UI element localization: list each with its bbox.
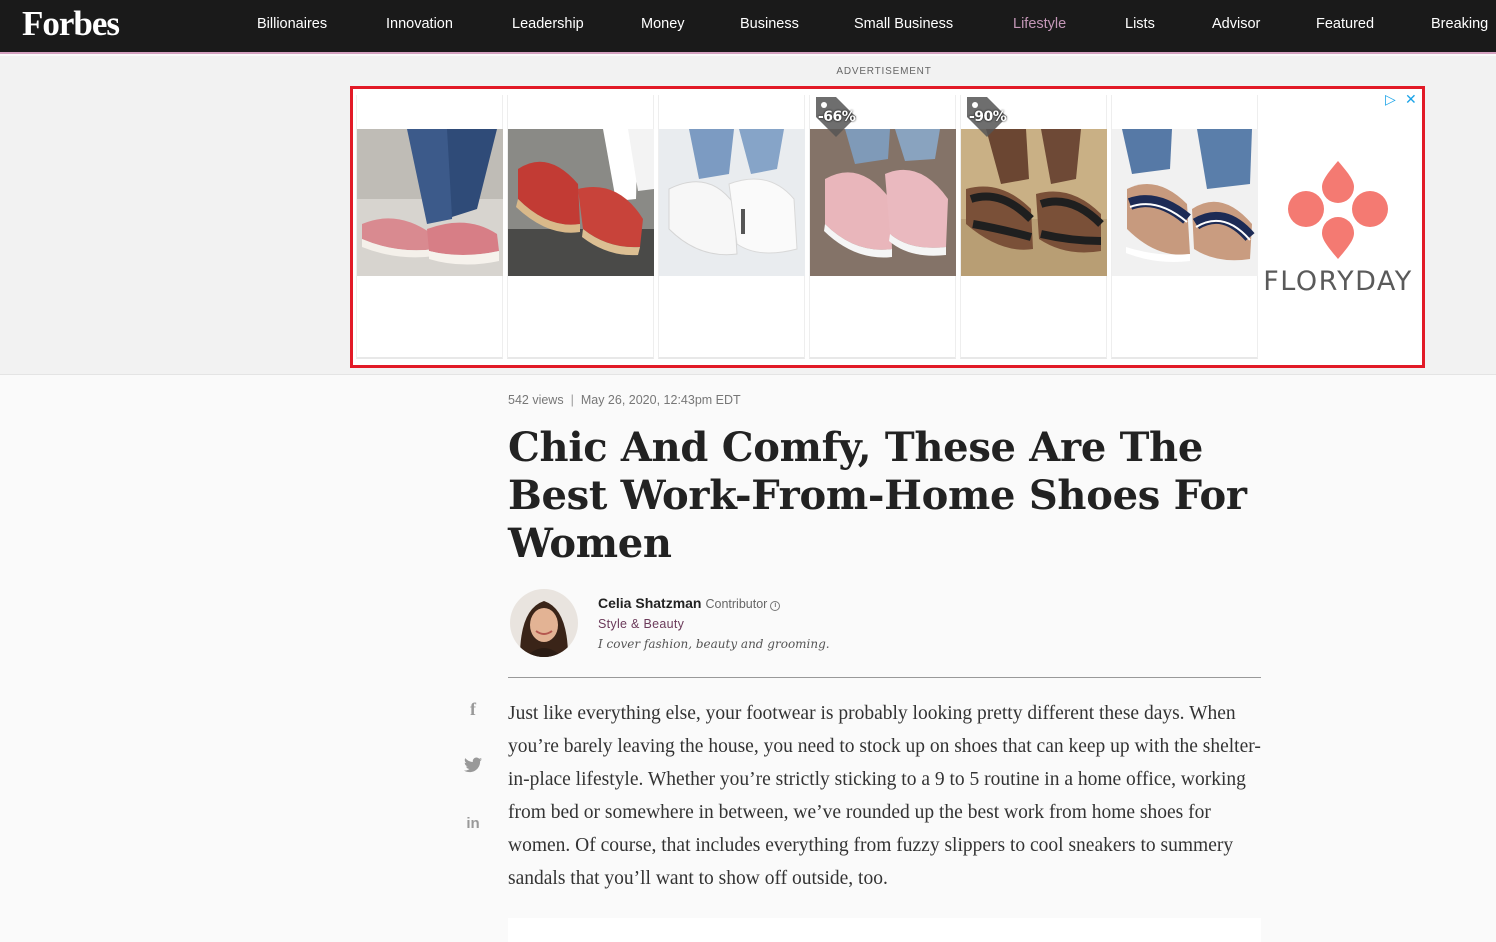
nav-item-featured[interactable]: Featured <box>1316 16 1374 32</box>
author-avatar[interactable] <box>510 589 578 657</box>
article-body-paragraph: Just like everything else, your footwear… <box>508 703 1261 889</box>
article-meta: 542 views | May 26, 2020, 12:43pm EDT <box>508 393 741 407</box>
discount-tag: -90% <box>963 95 1009 141</box>
twitter-share-icon[interactable] <box>460 757 486 783</box>
linkedin-share-icon[interactable]: in <box>460 815 486 841</box>
nav-item-small-business[interactable]: Small Business <box>854 16 953 32</box>
author-section-link[interactable]: Style & Beauty <box>598 617 684 631</box>
nav-item-advisor[interactable]: Advisor <box>1212 16 1260 32</box>
article-headline: Chic And Comfy, These Are The Best Work-… <box>508 424 1247 567</box>
info-icon[interactable]: i <box>770 601 781 611</box>
product-image <box>659 129 805 276</box>
nav-item-leadership[interactable]: Leadership <box>512 16 584 32</box>
author-name[interactable]: Celia Shatzman <box>598 595 701 611</box>
floryday-logo[interactable]: FLORYDAY <box>1258 159 1418 299</box>
divider <box>508 677 1261 678</box>
author-byline: Celia Shatzman Contributor i <box>598 595 781 611</box>
ad-product-card[interactable] <box>356 95 503 359</box>
ad-product-card[interactable] <box>1111 95 1258 359</box>
nav-item-innovation[interactable]: Innovation <box>386 16 453 32</box>
author-bio: I cover fashion, beauty and grooming. <box>598 637 830 651</box>
adchoices-icon[interactable]: ▷ <box>1385 91 1396 108</box>
product-image <box>508 129 654 276</box>
discount-tag: -66% <box>812 95 858 141</box>
author-role: Contributor <box>705 597 768 611</box>
ad-product-card[interactable] <box>507 95 654 359</box>
nav-item-lists[interactable]: Lists <box>1125 16 1155 32</box>
publish-date: May 26, 2020, 12:43pm EDT <box>580 393 741 407</box>
product-image <box>961 129 1107 276</box>
nav-item-money[interactable]: Money <box>641 16 685 32</box>
product-image <box>810 129 956 276</box>
ad-product-card[interactable] <box>658 95 805 359</box>
facebook-share-icon[interactable]: f <box>460 699 486 725</box>
view-count: 542 views <box>508 393 564 407</box>
ad-banner[interactable]: -66% -90% FLORYDAY ▷ ✕ <box>350 86 1425 368</box>
nav-item-breaking[interactable]: Breaking <box>1431 16 1488 32</box>
article-next-block <box>508 918 1261 942</box>
ad-product-card[interactable]: -90% <box>960 95 1107 359</box>
advertisement-band: ADVERTISEMENT -66% -90% FLORYDAY ▷ ✕ <box>0 56 1496 375</box>
top-navigation: Forbes Billionaires Innovation Leadershi… <box>0 0 1496 54</box>
product-image <box>1112 129 1258 276</box>
advertisement-label: ADVERTISEMENT <box>836 66 932 77</box>
forbes-logo[interactable]: Forbes <box>22 4 120 44</box>
ad-brand-name: FLORYDAY <box>1263 266 1413 297</box>
nav-item-business[interactable]: Business <box>740 16 799 32</box>
nav-item-billionaires[interactable]: Billionaires <box>257 16 327 32</box>
floryday-flower-icon <box>1288 161 1388 259</box>
close-icon[interactable]: ✕ <box>1405 91 1417 108</box>
nav-item-lifestyle[interactable]: Lifestyle <box>1013 16 1066 32</box>
ad-product-card[interactable]: -66% <box>809 95 956 359</box>
meta-separator: | <box>570 393 574 407</box>
product-image <box>357 129 503 276</box>
